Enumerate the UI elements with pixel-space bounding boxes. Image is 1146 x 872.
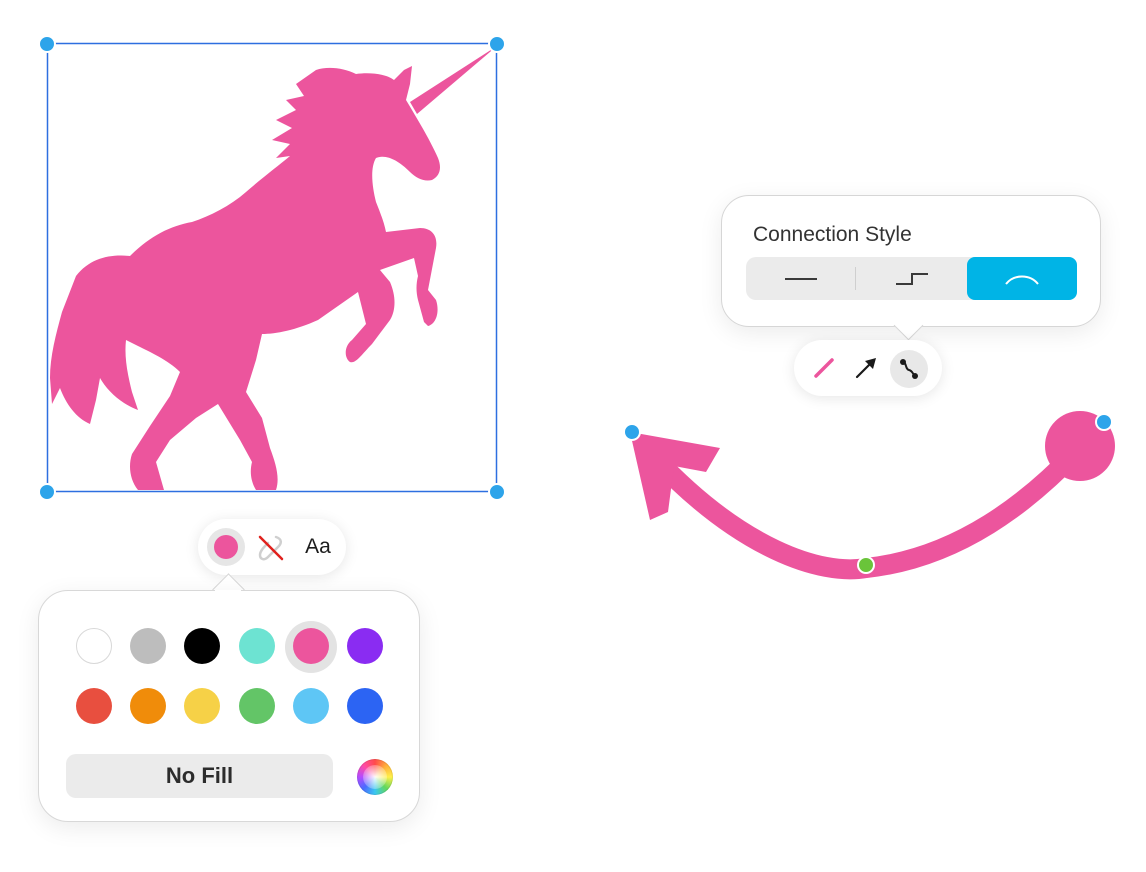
swatch-orange[interactable] (130, 688, 166, 724)
selection-handle-top-right[interactable] (488, 35, 506, 53)
no-fill-button[interactable]: No Fill (66, 754, 333, 798)
color-popover: No Fill (38, 590, 420, 822)
corner-line-icon (895, 272, 928, 285)
no-stroke-icon (258, 535, 284, 561)
swatch-blue[interactable] (347, 688, 383, 724)
connection-style-popover: Connection Style (721, 195, 1101, 327)
connection-style-button[interactable] (890, 350, 928, 388)
straight-line-icon (784, 277, 817, 280)
notch-cover (215, 590, 241, 602)
segment-divider (855, 267, 856, 290)
line-color-button[interactable] (808, 352, 840, 384)
arrow-icon (855, 358, 876, 379)
connection-style-corner[interactable] (857, 257, 966, 300)
fill-color-button[interactable] (207, 528, 245, 566)
curved-line-icon (1005, 275, 1039, 285)
connection-style-icon (900, 359, 918, 379)
connection-style-curved[interactable] (967, 257, 1077, 300)
fill-color-icon (214, 535, 238, 559)
connector-midpoint-handle[interactable] (857, 556, 875, 574)
pink-line-icon (814, 358, 834, 378)
selection-handle-bottom-right[interactable] (488, 483, 506, 501)
swatch-teal[interactable] (239, 628, 275, 664)
swatch-gray[interactable] (130, 628, 166, 664)
connection-style-title: Connection Style (753, 223, 912, 246)
swatch-sky[interactable] (293, 688, 329, 724)
selection-handle-bottom-left[interactable] (38, 483, 56, 501)
swatch-black[interactable] (184, 628, 220, 664)
swatch-green[interactable] (239, 688, 275, 724)
text-style-label: Aa (305, 535, 331, 558)
selection-handle-top-left[interactable] (38, 35, 56, 53)
connector-start-handle[interactable] (623, 423, 641, 441)
connector-end-handle[interactable] (1095, 413, 1113, 431)
line-end-button[interactable] (850, 352, 882, 384)
swatch-red[interactable] (76, 688, 112, 724)
swatch-white[interactable] (76, 628, 112, 664)
text-style-button[interactable]: Aa (298, 531, 338, 563)
curved-connector[interactable] (623, 411, 1115, 580)
stroke-button[interactable] (256, 533, 286, 561)
connection-style-straight[interactable] (746, 257, 855, 300)
swatch-purple[interactable] (347, 628, 383, 664)
swatch-pink[interactable] (293, 628, 329, 664)
shape-toolbar: Aa (198, 519, 346, 575)
color-wheel-icon[interactable] (357, 759, 393, 795)
connection-toolbar (794, 340, 942, 396)
connection-style-segmented-control (746, 257, 1077, 300)
swatch-yellow[interactable] (184, 688, 220, 724)
unicorn-shape[interactable] (50, 46, 497, 490)
